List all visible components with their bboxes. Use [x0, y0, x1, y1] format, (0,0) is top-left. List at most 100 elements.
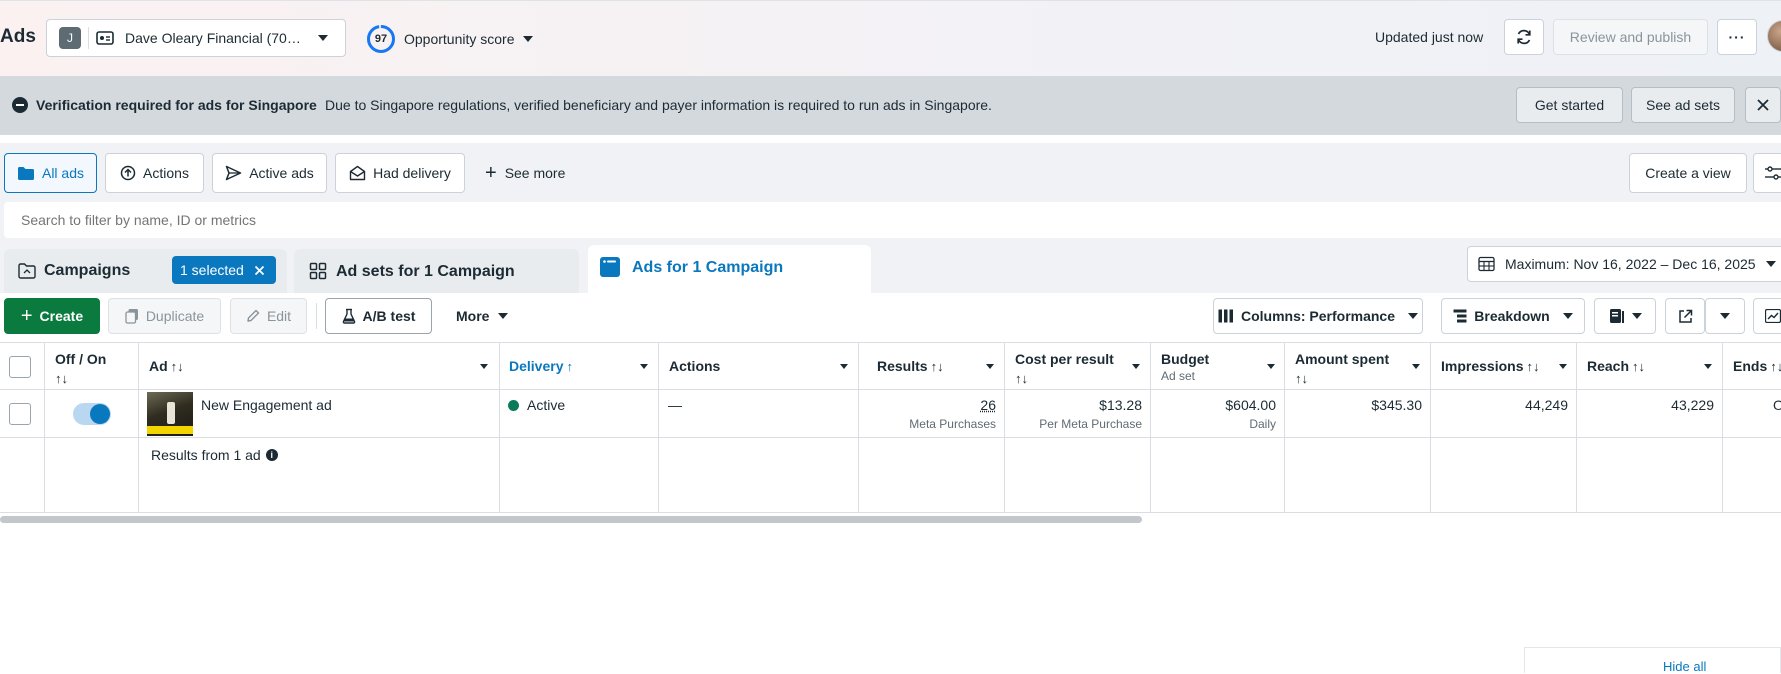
duplicate-icon	[125, 308, 139, 324]
chevron-down-icon[interactable]	[1704, 364, 1712, 369]
toggle-knob	[90, 404, 110, 424]
columns-button[interactable]: Columns: Performance	[1213, 298, 1423, 334]
chevron-down-icon[interactable]	[480, 364, 488, 369]
results-sub: Meta Purchases	[909, 417, 996, 431]
more-menu-button[interactable]: More	[443, 298, 509, 334]
header-amount-spent[interactable]: Amount spent ↑↓	[1295, 350, 1389, 388]
date-range-picker[interactable]: Maximum: Nov 16, 2022 – Dec 16, 2025	[1467, 246, 1781, 282]
close-icon[interactable]	[254, 265, 265, 276]
ad-name[interactable]: New Engagement ad	[201, 397, 332, 413]
duplicate-button[interactable]: Duplicate	[108, 298, 221, 334]
close-banner-button[interactable]	[1745, 87, 1781, 123]
header-off-on[interactable]: Off / On ↑↓	[55, 350, 106, 388]
view-actions[interactable]: Actions	[105, 153, 204, 193]
notifications-panel	[1524, 647, 1781, 673]
status-toggle[interactable]	[73, 403, 111, 425]
view-all-ads[interactable]: All ads	[4, 153, 97, 193]
header-ad-label: Ad	[149, 358, 168, 374]
reports-icon	[1609, 308, 1625, 324]
info-icon[interactable]: i	[265, 449, 278, 461]
more-options-button[interactable]: ···	[1717, 19, 1757, 55]
row-checkbox[interactable]	[9, 403, 31, 425]
chevron-down-icon[interactable]	[986, 364, 994, 369]
select-all-checkbox[interactable]	[9, 356, 31, 378]
columns-label: Columns: Performance	[1240, 308, 1396, 324]
header-amount-spent-label: Amount spent	[1295, 351, 1390, 367]
header-delivery[interactable]: Delivery ↑	[509, 358, 573, 374]
view-settings-button[interactable]	[1753, 153, 1781, 193]
view-active-ads[interactable]: Active ads	[212, 153, 327, 193]
horizontal-scrollbar[interactable]	[0, 516, 1142, 523]
tab-ads-label: Ads for 1 Campaign	[632, 259, 784, 276]
breakdown-button[interactable]: Breakdown	[1441, 298, 1585, 334]
see-more-button[interactable]: + See more	[485, 153, 565, 193]
opportunity-score-value: 97	[374, 33, 388, 45]
chevron-down-icon	[1631, 313, 1642, 319]
sort-icon: ↑↓	[1295, 371, 1308, 386]
export-button[interactable]	[1665, 298, 1705, 334]
header-impressions[interactable]: Impressions ↑↓	[1441, 358, 1539, 374]
chevron-down-icon[interactable]	[840, 364, 848, 369]
header-ends[interactable]: Ends ↑↓	[1733, 358, 1781, 374]
header-results[interactable]: Results ↑↓	[877, 358, 944, 374]
view-active-ads-label: Active ads	[249, 165, 314, 181]
banner-title: Verification required for ads for Singap…	[36, 97, 317, 113]
tab-campaigns[interactable]: Campaigns 1 selected	[4, 249, 287, 294]
header-reach[interactable]: Reach ↑↓	[1587, 358, 1645, 374]
refresh-icon	[1515, 28, 1533, 46]
header-budget[interactable]: Budget Ad set	[1161, 351, 1209, 385]
chevron-down-icon[interactable]	[640, 364, 648, 369]
view-had-delivery[interactable]: Had delivery	[335, 153, 465, 193]
review-publish-button[interactable]: Review and publish	[1553, 19, 1708, 55]
account-selector[interactable]: J Dave Oleary Financial (70…	[46, 19, 346, 57]
ab-test-label: A/B test	[362, 308, 416, 324]
tab-ads[interactable]: Ads for 1 Campaign	[588, 245, 871, 294]
chevron-down-icon[interactable]	[1132, 364, 1140, 369]
selected-chip-label: 1 selected	[180, 262, 244, 278]
cost-per-result-sub: Per Meta Purchase	[1039, 417, 1142, 431]
see-ad-sets-button[interactable]: See ad sets	[1631, 87, 1735, 123]
get-started-button[interactable]: Get started	[1516, 87, 1623, 123]
header-results-label: Results	[877, 358, 928, 374]
results-summary-label: Results from 1 ad	[151, 447, 261, 463]
arrow-up-circle-icon	[120, 165, 136, 181]
chart-icon	[1765, 309, 1781, 323]
charts-button[interactable]	[1753, 298, 1781, 334]
header-cost-per-result[interactable]: Cost per result ↑↓	[1015, 350, 1114, 388]
budget-value[interactable]: $604.00	[1225, 397, 1276, 413]
selected-chip[interactable]: 1 selected	[172, 256, 276, 284]
chevron-down-icon[interactable]	[1267, 364, 1275, 369]
sort-icon: ↑↓	[1770, 359, 1781, 374]
results-value[interactable]: 26	[980, 397, 996, 413]
edit-button[interactable]: Edit	[230, 298, 307, 334]
search-input[interactable]	[4, 202, 1781, 238]
cost-per-result-value: $13.28	[1099, 397, 1142, 413]
create-view-button[interactable]: Create a view	[1629, 153, 1747, 193]
export-dropdown-button[interactable]	[1705, 298, 1745, 334]
hide-all-link[interactable]: Hide all	[1663, 659, 1706, 674]
chevron-down-icon[interactable]	[1412, 364, 1420, 369]
chevron-down-icon	[1408, 313, 1419, 319]
create-button[interactable]: + Create	[4, 298, 100, 334]
amount-spent-value: $345.30	[1371, 397, 1422, 413]
tab-ad-sets-label: Ad sets for 1 Campaign	[336, 263, 515, 280]
page-title: Ads	[0, 26, 36, 47]
reach-value: 43,229	[1671, 397, 1714, 413]
ab-test-button[interactable]: A/B test	[325, 298, 432, 334]
refresh-button[interactable]	[1504, 19, 1544, 55]
ad-thumbnail[interactable]	[147, 392, 193, 436]
banner-message: Due to Singapore regulations, verified b…	[325, 97, 992, 113]
chevron-down-icon[interactable]	[1559, 364, 1567, 369]
header-actions[interactable]: Actions	[669, 358, 720, 374]
chevron-down-icon	[317, 35, 328, 41]
tab-ad-sets[interactable]: Ad sets for 1 Campaign	[294, 249, 579, 294]
table-bottom-border	[0, 512, 1781, 513]
opportunity-score[interactable]: 97 Opportunity score	[366, 24, 533, 54]
reports-button[interactable]	[1594, 298, 1656, 334]
header-ad[interactable]: Ad ↑↓	[149, 358, 184, 374]
sort-icon: ↑↓	[1015, 371, 1028, 386]
chevron-down-icon	[522, 36, 533, 42]
sort-icon: ↑↓	[1526, 359, 1540, 374]
account-avatar: J	[59, 27, 81, 49]
campaign-folder-icon	[18, 263, 36, 279]
